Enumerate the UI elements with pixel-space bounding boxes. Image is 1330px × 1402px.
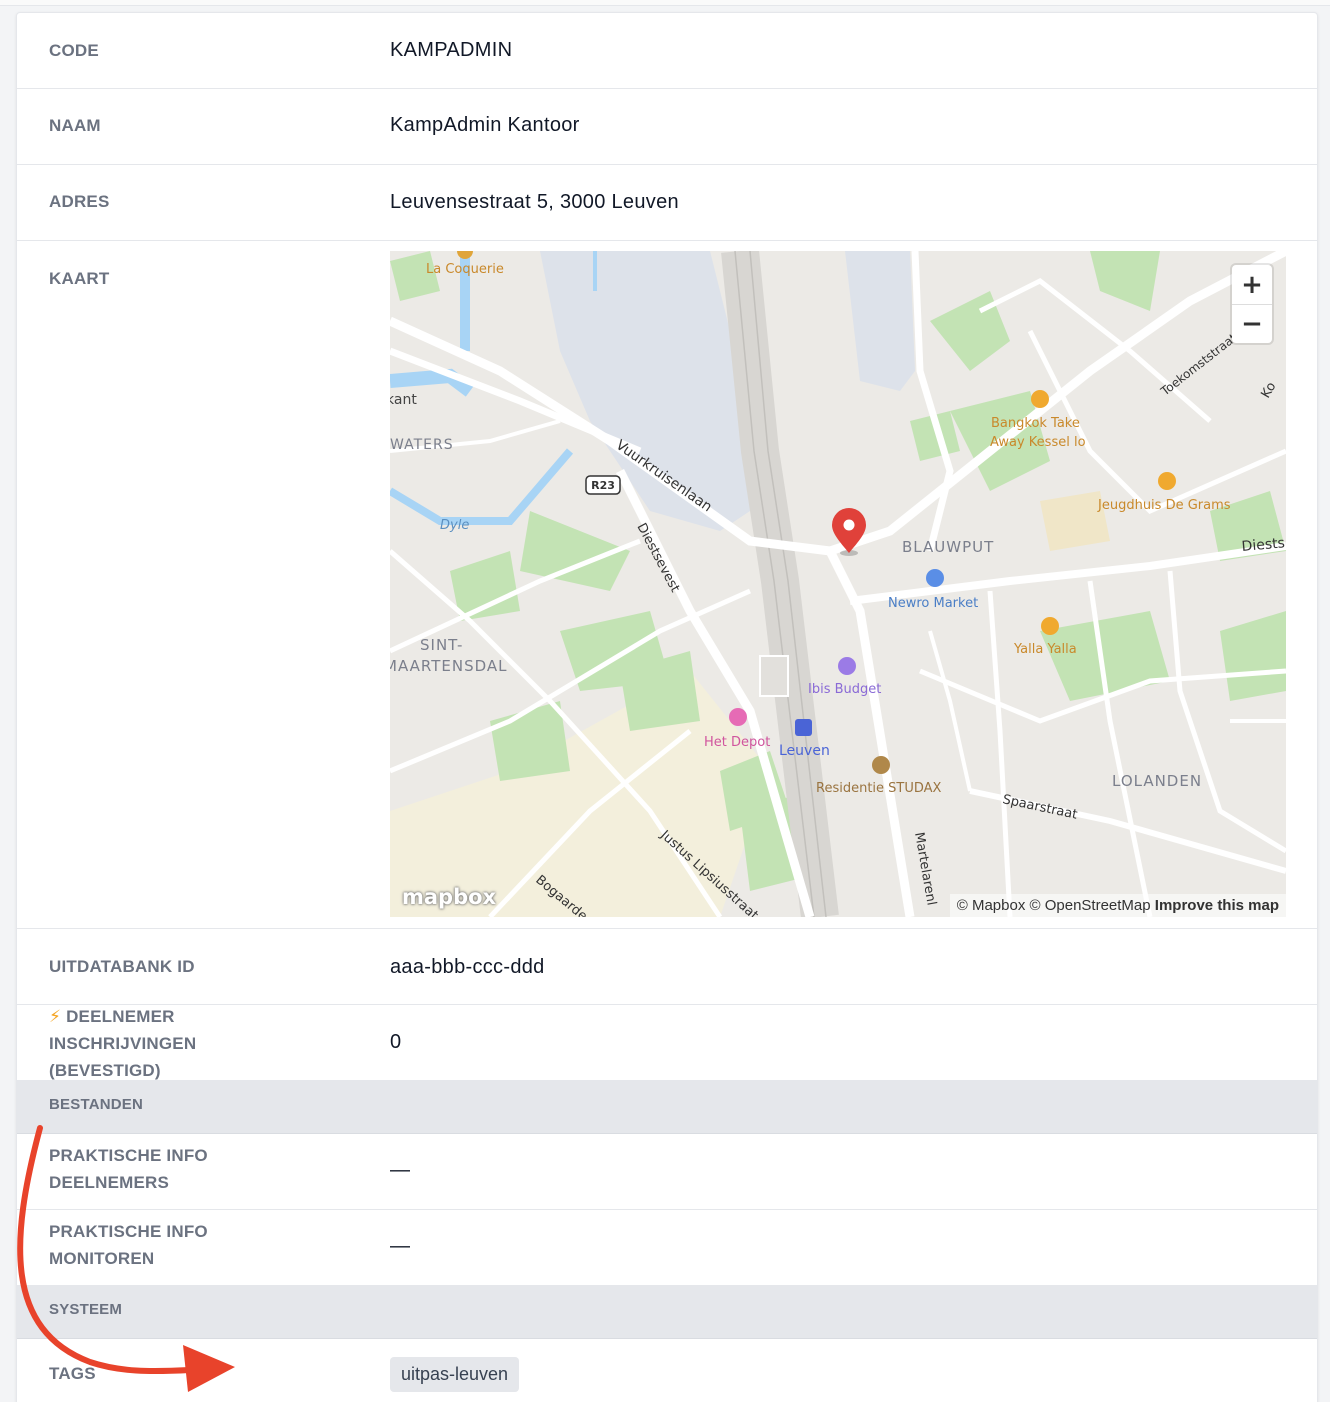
section-bestanden-label: BESTANDEN (49, 1096, 144, 1113)
map-label-jeugdhuis: Jeugdhuis De Grams (1097, 498, 1231, 513)
section-systeem-label: SYSTEEM (49, 1301, 123, 1318)
map[interactable]: R23 La Coquerie kant WATERS Dyle Vuurkru… (390, 251, 1286, 917)
map-label-la-coquerie: La Coquerie (426, 262, 504, 277)
uitdatabank-value: aaa-bbb-ccc-ddd (390, 956, 545, 978)
naam-value: KampAdmin Kantoor (390, 114, 580, 136)
zoom-out-button[interactable]: − (1232, 304, 1272, 343)
map-label-ibis: Ibis Budget (808, 682, 881, 697)
attribution-text[interactable]: © Mapbox © OpenStreetMap (957, 897, 1151, 914)
uitdatabank-label: UITDATABANK ID (49, 957, 195, 976)
row-praktisch-monitoren: PRAKTISCHE INFO MONITOREN — (17, 1210, 1317, 1286)
row-tags: TAGS uitpas-leuven (17, 1339, 1317, 1402)
map-label-r23: R23 (591, 479, 615, 492)
map-label-bangkok-1: Bangkok Take (991, 416, 1080, 431)
top-border (0, 0, 1330, 6)
tags-label: TAGS (49, 1364, 96, 1383)
map-label-kant: kant (390, 392, 417, 408)
deelnemers-label: ⚡ DEELNEMER INSCHRIJVINGEN (BEVESTIGD) (49, 1007, 197, 1080)
map-label-het-depot: Het Depot (704, 735, 770, 750)
map-label-residentie: Residentie STUDAX (816, 781, 942, 796)
mapbox-logo[interactable]: mapbox (402, 885, 496, 909)
row-deelnemers: ⚡ DEELNEMER INSCHRIJVINGEN (BEVESTIGD) 0 (17, 1005, 1317, 1081)
zoom-in-button[interactable]: + (1232, 265, 1272, 304)
map-label-waters: WATERS (390, 437, 454, 453)
map-label-sint: SINT- (420, 636, 463, 654)
praktisch-deelnemers-label: PRAKTISCHE INFO DEELNEMERS (49, 1146, 208, 1192)
detail-panel: CODE KAMPADMIN NAAM KampAdmin Kantoor AD… (16, 12, 1318, 1402)
code-label: CODE (49, 41, 99, 60)
map-label-bangkok-2: Away Kessel lo (990, 435, 1086, 450)
improve-map-link[interactable]: Improve this map (1155, 897, 1279, 914)
map-label-blauwput: BLAUWPUT (902, 538, 994, 556)
map-zoom-control: + − (1232, 265, 1272, 343)
map-attribution: © Mapbox © OpenStreetMap Improve this ma… (949, 894, 1286, 917)
map-label-maartensdal: MAARTENSDAL (390, 657, 508, 675)
map-label-leuven: Leuven (779, 743, 830, 759)
lightning-icon: ⚡ (49, 1007, 62, 1026)
row-uitdatabank: UITDATABANK ID aaa-bbb-ccc-ddd (17, 929, 1317, 1005)
section-bestanden: BESTANDEN (17, 1081, 1317, 1134)
row-kaart: KAART R23 La Coquerie ant WATERS Dyle Vu… (17, 241, 1317, 929)
map-label-newro: Newro Market (888, 596, 978, 611)
row-code: CODE KAMPADMIN (17, 13, 1317, 89)
praktisch-monitoren-value: — (390, 1235, 411, 1257)
adres-label: ADRES (49, 192, 110, 211)
map-label-lolanden: LOLANDEN (1112, 772, 1202, 790)
kaart-label: KAART (49, 269, 110, 288)
row-adres: ADRES Leuvensestraat 5, 3000 Leuven (17, 165, 1317, 241)
section-systeem: SYSTEEM (17, 1286, 1317, 1339)
tag-chip[interactable]: uitpas-leuven (390, 1357, 520, 1392)
adres-value: Leuvensestraat 5, 3000 Leuven (390, 191, 679, 213)
row-praktisch-deelnemers: PRAKTISCHE INFO DEELNEMERS — (17, 1134, 1317, 1210)
code-value: KAMPADMIN (390, 39, 513, 61)
deelnemers-value: 0 (390, 1031, 402, 1053)
praktisch-monitoren-label: PRAKTISCHE INFO MONITOREN (49, 1222, 208, 1268)
map-canvas[interactable]: R23 La Coquerie kant WATERS Dyle Vuurkru… (390, 251, 1286, 917)
map-label-yalla: Yalla Yalla (1013, 642, 1077, 657)
map-label-dyle: Dyle (440, 518, 469, 533)
row-naam: NAAM KampAdmin Kantoor (17, 89, 1317, 165)
naam-label: NAAM (49, 116, 101, 135)
praktisch-deelnemers-value: — (390, 1159, 411, 1181)
